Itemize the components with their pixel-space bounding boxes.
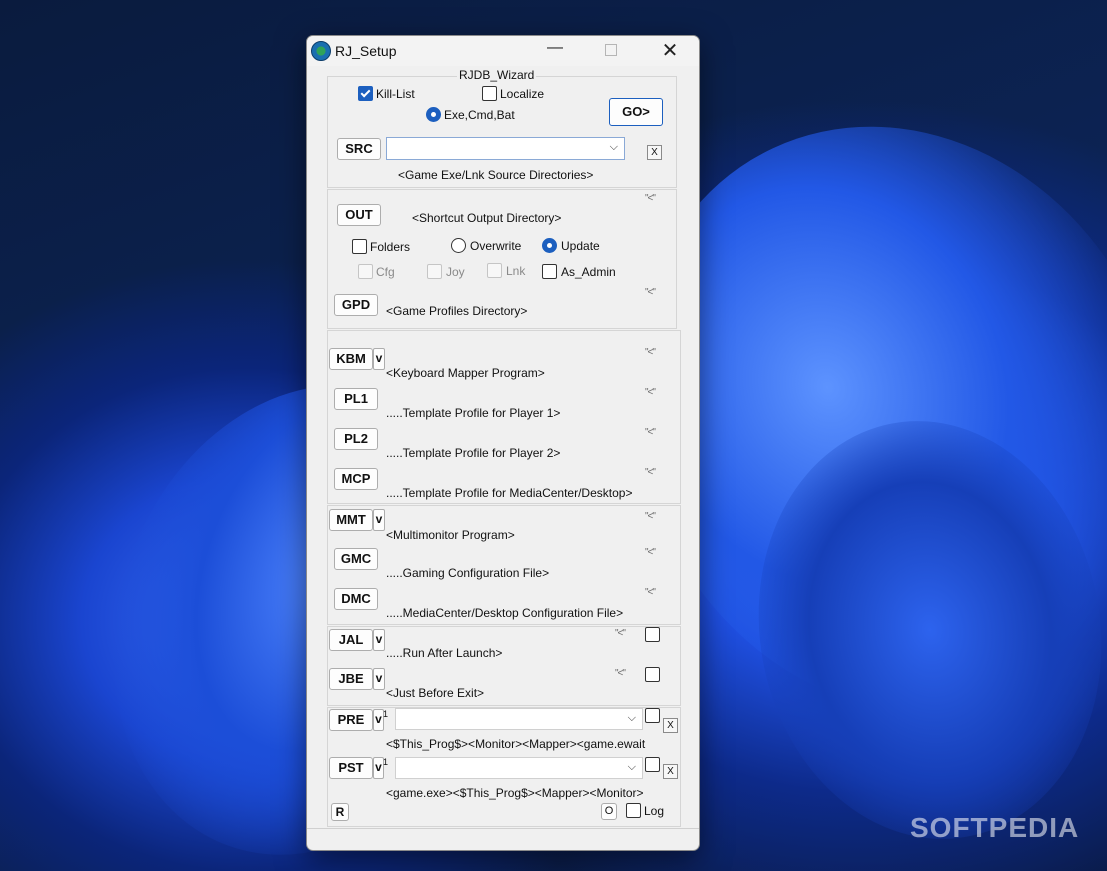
joy-label: Joy (446, 265, 465, 279)
src-caption: <Game Exe/Lnk Source Directories> (398, 168, 594, 182)
pl1-caption: .....Template Profile for Player 1> (386, 406, 561, 420)
out-quote-toggle[interactable]: "<" (645, 193, 656, 204)
pl1-button[interactable]: PL1 (334, 388, 378, 410)
as-admin-checkbox[interactable] (542, 264, 557, 279)
mmt-quote-toggle[interactable]: "<" (645, 511, 656, 522)
dmc-quote-toggle[interactable]: "<" (645, 587, 656, 598)
r-button[interactable]: R (331, 803, 349, 821)
localize-label: Localize (500, 87, 545, 101)
out-button[interactable]: OUT (337, 204, 381, 226)
jal-dropdown-button[interactable]: v (373, 629, 385, 651)
pre-caption: <$This_Prog$><Monitor><Mapper><game.ewai… (386, 737, 646, 751)
exe-cmd-bat-label: Exe,Cmd,Bat (444, 108, 515, 122)
jal-quote-toggle[interactable]: "<" (615, 628, 626, 639)
jbe-quote-toggle[interactable]: "<" (615, 668, 626, 679)
mmt-caption: <Multimonitor Program> (386, 528, 515, 542)
pre-command-dropdown[interactable]: ⌵ (395, 708, 643, 730)
jbe-caption: <Just Before Exit> (386, 686, 485, 700)
softpedia-watermark: SOFTPEDIA (910, 812, 1080, 843)
folders-checkbox[interactable] (352, 239, 367, 254)
kill-list-label: Kill-List (376, 87, 415, 101)
localize-checkbox[interactable] (482, 86, 497, 101)
gpd-button[interactable]: GPD (334, 294, 378, 316)
go-button[interactable]: GO> (609, 98, 663, 126)
chevron-down-icon: ⌵ (627, 712, 636, 724)
kill-list-checkbox[interactable] (358, 86, 373, 101)
pre-checkbox[interactable] (645, 708, 660, 723)
update-label: Update (561, 239, 600, 253)
pre-clear-button[interactable]: X (663, 718, 678, 733)
pst-button[interactable]: PST (329, 757, 373, 779)
mcp-quote-toggle[interactable]: "<" (645, 467, 656, 478)
app-icon (311, 41, 331, 61)
pst-caption: <game.exe><$This_Prog$><Mapper><Monitor> (386, 786, 644, 800)
kbm-button[interactable]: KBM (329, 348, 373, 370)
kbm-quote-toggle[interactable]: "<" (645, 347, 656, 358)
lnk-label: Lnk (506, 264, 526, 278)
kbm-caption: <Keyboard Mapper Program> (386, 366, 545, 380)
pre-button[interactable]: PRE (329, 709, 373, 731)
jbe-checkbox[interactable] (645, 667, 660, 682)
jbe-dropdown-button[interactable]: v (373, 668, 385, 690)
close-button[interactable]: ✕ (657, 38, 683, 62)
gpd-caption: <Game Profiles Directory> (386, 304, 528, 318)
overwrite-label: Overwrite (470, 239, 522, 253)
cfg-label: Cfg (376, 265, 395, 279)
pl2-quote-toggle[interactable]: "<" (645, 427, 656, 438)
gmc-button[interactable]: GMC (334, 548, 378, 570)
dmc-button[interactable]: DMC (334, 588, 378, 610)
exe-cmd-bat-radio[interactable] (426, 107, 441, 122)
update-radio[interactable] (542, 238, 557, 253)
pl2-caption: .....Template Profile for Player 2> (386, 446, 561, 460)
src-button[interactable]: SRC (337, 138, 381, 160)
chevron-down-icon: ⌵ (609, 141, 618, 153)
status-divider (307, 828, 699, 829)
mmt-button[interactable]: MMT (329, 509, 373, 531)
pst-checkbox[interactable] (645, 757, 660, 772)
title-bar[interactable]: RJ_Setup — ✕ (307, 36, 699, 66)
pl2-button[interactable]: PL2 (334, 428, 378, 450)
jal-button[interactable]: JAL (329, 629, 373, 651)
gpd-quote-toggle[interactable]: "<" (645, 287, 656, 298)
jal-caption: .....Run After Launch> (386, 646, 503, 660)
dmc-caption: .....MediaCenter/Desktop Configuration F… (386, 606, 624, 620)
mmt-dropdown-button[interactable]: v (373, 509, 385, 531)
cfg-checkbox[interactable] (358, 264, 373, 279)
gmc-quote-toggle[interactable]: "<" (645, 547, 656, 558)
pl1-quote-toggle[interactable]: "<" (645, 387, 656, 398)
maximize-button[interactable] (605, 44, 617, 56)
mcp-caption: .....Template Profile for MediaCenter/De… (386, 486, 633, 500)
minimize-button[interactable]: — (545, 39, 565, 61)
src-directory-dropdown[interactable]: ⌵ (386, 137, 625, 160)
jal-checkbox[interactable] (645, 627, 660, 642)
as-admin-label: As_Admin (561, 265, 616, 279)
o-button[interactable]: O (601, 803, 617, 820)
pst-clear-button[interactable]: X (663, 764, 678, 779)
out-caption: <Shortcut Output Directory> (412, 211, 562, 225)
rj-setup-window: RJ_Setup — ✕ RJDB_Wizard Kill-List Local… (306, 35, 700, 851)
pst-command-dropdown[interactable]: ⌵ (395, 757, 643, 779)
mcp-button[interactable]: MCP (334, 468, 378, 490)
log-checkbox[interactable] (626, 803, 641, 818)
overwrite-radio[interactable] (451, 238, 466, 253)
log-label: Log (644, 804, 665, 818)
wizard-legend: RJDB_Wizard (457, 68, 537, 82)
gmc-caption: .....Gaming Configuration File> (386, 566, 550, 580)
pre-index: 1 (383, 709, 389, 719)
lnk-checkbox[interactable] (487, 263, 502, 278)
joy-checkbox[interactable] (427, 264, 442, 279)
kbm-dropdown-button[interactable]: v (373, 348, 385, 370)
pst-index: 1 (383, 757, 389, 767)
folders-label: Folders (370, 240, 411, 254)
jbe-button[interactable]: JBE (329, 668, 373, 690)
src-clear-button[interactable]: X (647, 145, 662, 160)
chevron-down-icon: ⌵ (627, 761, 636, 773)
window-title: RJ_Setup (335, 43, 397, 59)
